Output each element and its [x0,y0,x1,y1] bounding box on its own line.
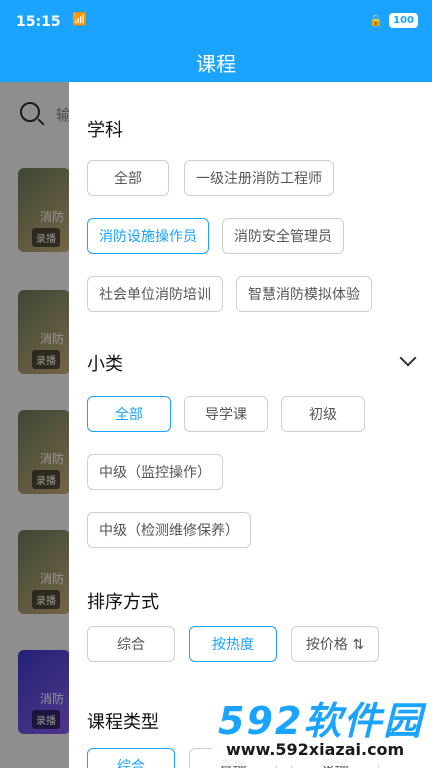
status-right: 🔒 100 [369,13,418,28]
subject-option[interactable]: 社会单位消防培训 [87,276,223,312]
subject-option[interactable]: 一级注册消防工程师 [184,160,334,196]
subject-title: 学科 [87,120,123,141]
top-bar: 15:15 📶 🔒 100 课程 [0,0,432,82]
watermark: 592软件园 www.592xiazai.com [212,688,428,766]
subcategory-option[interactable]: 中级（检测维修保养） [87,512,251,548]
filter-drawer: 学科 全部 一级注册消防工程师 消防设施操作员 消防安全管理员 社会单位消防培训… [69,82,432,768]
subject-option[interactable]: 智慧消防模拟体验 [236,276,372,312]
sort-option[interactable]: 综合 [87,626,175,662]
battery-indicator: 100 [389,13,418,28]
subcategory-option[interactable]: 中级（监控操作） [87,454,223,490]
subcategory-option[interactable]: 初级 [281,396,365,432]
subject-option[interactable]: 消防安全管理员 [222,218,344,254]
subcategory-option-selected[interactable]: 全部 [87,396,171,432]
page-title: 课程 [196,52,236,76]
watermark-brand: 592软件园 [218,699,424,743]
sort-option-selected[interactable]: 按热度 [189,626,277,662]
watermark-url: www.592xiazai.com [226,740,405,759]
subject-option-selected[interactable]: 消防设施操作员 [87,218,209,254]
chevron-down-icon[interactable] [399,349,417,367]
sort-option[interactable]: 按价格 ⇅ [291,626,379,662]
status-time: 15:15 [16,14,61,30]
subcategory-title: 小类 [87,354,123,375]
sort-title: 排序方式 [87,592,159,613]
subcategory-option[interactable]: 导学课 [184,396,268,432]
wifi-icon: 📶 [72,12,87,26]
course-type-option-selected[interactable]: 综合 [87,748,175,768]
subject-option[interactable]: 全部 [87,160,169,196]
lock-icon: 🔒 [369,14,384,27]
course-type-title: 课程类型 [87,712,159,733]
